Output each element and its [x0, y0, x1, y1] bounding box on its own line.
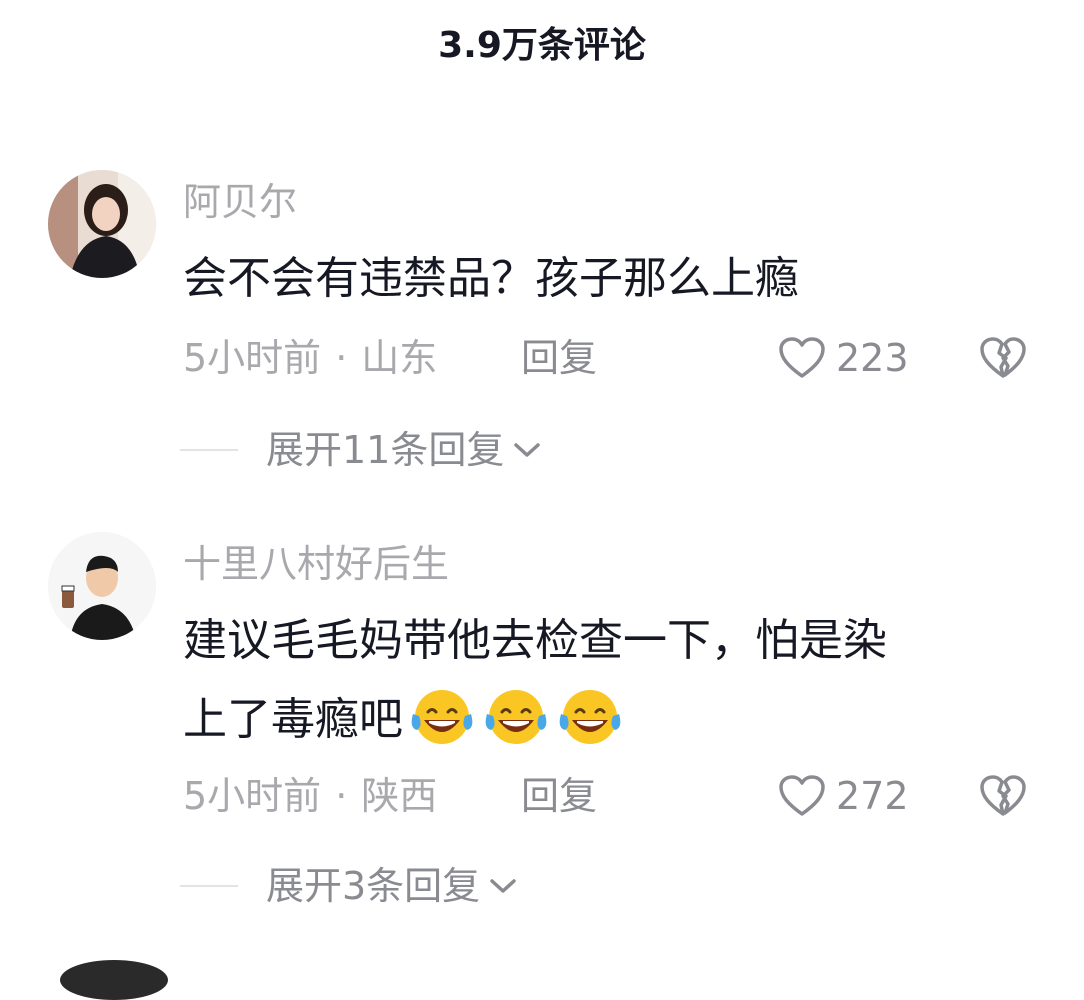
comment-location: 陕西	[361, 774, 438, 818]
broken-heart-icon	[980, 775, 1026, 816]
reply-button[interactable]: 回复	[521, 772, 597, 820]
broken-heart-icon	[980, 337, 1026, 378]
heart-icon	[779, 337, 825, 378]
comment-text: 会不会有违禁品？孩子那么上瘾	[183, 253, 799, 304]
tears-of-joy-emoji-icon	[411, 690, 473, 744]
meta-separator: ·	[335, 774, 348, 818]
avatar[interactable]	[48, 532, 156, 640]
like-button[interactable]: 223	[778, 334, 909, 382]
comments-count-title: 3.9万条评论	[438, 25, 646, 66]
chevron-down-icon	[514, 443, 541, 457]
like-count: 223	[836, 336, 909, 380]
comment-location: 山东	[361, 336, 438, 380]
comment-username[interactable]: 阿贝尔	[183, 178, 297, 226]
dislike-button[interactable]	[978, 772, 1028, 820]
expand-replies-label: 展开11条回复	[266, 428, 505, 472]
avatar[interactable]	[48, 170, 156, 278]
divider-line	[180, 449, 238, 451]
comment-time: 5小时前	[183, 336, 322, 380]
tears-of-joy-emoji-icon	[559, 690, 621, 744]
like-count: 272	[836, 774, 909, 818]
comment-username[interactable]: 十里八村好后生	[183, 540, 449, 588]
chevron-down-icon	[490, 879, 516, 893]
comment-text: 建议毛毛妈带他去检查一下，怕是染 上了毒瘾吧	[183, 612, 1033, 749]
comment-text-line: 上了毒瘾吧	[183, 694, 403, 745]
meta-separator: ·	[335, 336, 348, 380]
expand-replies-button[interactable]: 展开11条回复	[180, 426, 542, 474]
expand-replies-button[interactable]: 展开3条回复	[180, 862, 518, 910]
comments-panel: 3.9万条评论 阿贝尔 会不会有违禁品？孩子那么上瘾 5小时前 · 山东 回复 22…	[0, 0, 1084, 1000]
dislike-button[interactable]	[978, 334, 1028, 382]
avatar[interactable]	[60, 960, 168, 1000]
tears-of-joy-emoji-icon	[485, 690, 547, 744]
like-button[interactable]: 272	[778, 772, 909, 820]
reply-button[interactable]: 回复	[521, 334, 597, 382]
comment-text-line: 建议毛毛妈带他去检查一下，怕是染	[183, 615, 887, 666]
comment-time: 5小时前	[183, 774, 322, 818]
comment-meta: 5小时前 · 陕西	[183, 772, 437, 820]
comment-text-line-2: 上了毒瘾吧	[183, 686, 1033, 749]
expand-replies-label: 展开3条回复	[266, 864, 481, 908]
divider-line	[180, 885, 238, 887]
heart-icon	[779, 775, 825, 816]
comment-meta: 5小时前 · 山东	[183, 334, 437, 382]
